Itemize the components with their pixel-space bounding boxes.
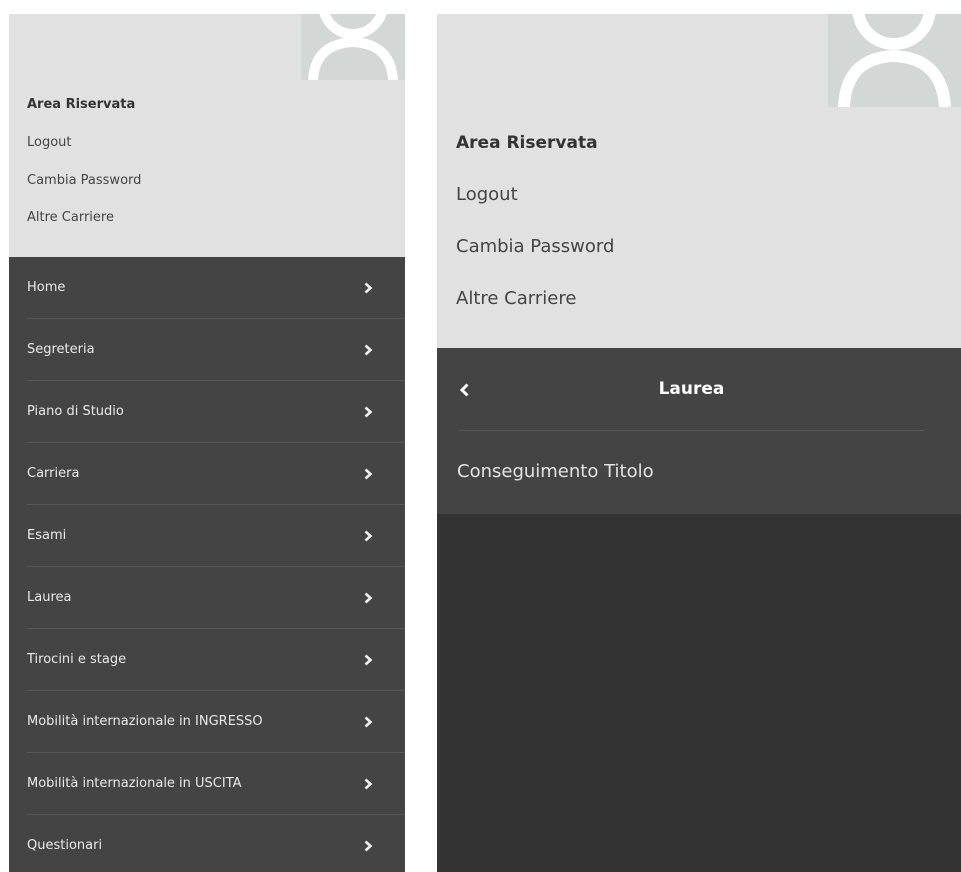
other-careers-link[interactable]: Altre Carriere [456,287,961,311]
menu-item-mobilita-ingresso[interactable]: Mobilità internazionale in INGRESSO [27,691,405,753]
left-navigation-panel: Area Riservata Logout Cambia Password Al… [9,14,405,872]
menu-item-label: Mobilità internazionale in USCITA [27,776,242,791]
user-avatar-icon [828,14,961,107]
area-riservata-title: Area Riservata [456,133,598,153]
user-area: Area Riservata Logout Cambia Password Al… [437,14,961,348]
chevron-right-icon [364,505,373,567]
chevron-right-icon [364,443,373,505]
laurea-submenu: Laurea Conseguimento Titolo [437,348,961,514]
chevron-left-icon[interactable] [459,348,470,431]
user-area: Area Riservata Logout Cambia Password Al… [9,14,405,257]
user-avatar-icon [301,14,405,80]
submenu-header: Laurea [459,348,924,431]
menu-item-label: Tirocini e stage [27,652,127,667]
menu-item-home[interactable]: Home [27,257,405,319]
menu-item-esami[interactable]: Esami [27,505,405,567]
change-password-link[interactable]: Cambia Password [27,172,405,190]
chevron-right-icon [364,567,373,629]
chevron-right-icon [364,629,373,691]
menu-item-label: Segreteria [27,342,95,357]
menu-item-mobilita-uscita[interactable]: Mobilità internazionale in USCITA [27,753,405,815]
menu-item-label: Piano di Studio [27,404,124,419]
logout-link[interactable]: Logout [456,183,961,207]
menu-item-carriera[interactable]: Carriera [27,443,405,505]
menu-item-piano-di-studio[interactable]: Piano di Studio [27,381,405,443]
right-navigation-panel: Area Riservata Logout Cambia Password Al… [437,14,961,872]
change-password-link[interactable]: Cambia Password [456,235,961,259]
menu-item-label: Questionari [27,838,103,853]
chevron-right-icon [364,815,373,872]
chevron-right-icon [364,691,373,753]
menu-item-label: Carriera [27,466,80,481]
menu-item-questionari[interactable]: Questionari [27,815,405,872]
menu-item-laurea[interactable]: Laurea [27,567,405,629]
menu-item-label: Esami [27,528,67,543]
area-riservata-title: Area Riservata [27,97,136,112]
submenu-item-conseguimento-titolo[interactable]: Conseguimento Titolo [457,431,924,513]
chevron-right-icon [364,381,373,443]
menu-item-label: Laurea [27,590,72,605]
menu-item-label: Mobilità internazionale in INGRESSO [27,714,263,729]
chevron-right-icon [364,319,373,381]
chevron-right-icon [364,257,373,319]
other-careers-link[interactable]: Altre Carriere [27,209,405,227]
menu-item-segreteria[interactable]: Segreteria [27,319,405,381]
menu-item-tirocini-e-stage[interactable]: Tirocini e stage [27,629,405,691]
chevron-right-icon [364,753,373,815]
main-menu: Home Segreteria Piano di Studio Carriera… [9,257,405,872]
logout-link[interactable]: Logout [27,134,405,152]
submenu-title: Laurea [658,379,725,399]
menu-item-label: Home [27,280,66,295]
